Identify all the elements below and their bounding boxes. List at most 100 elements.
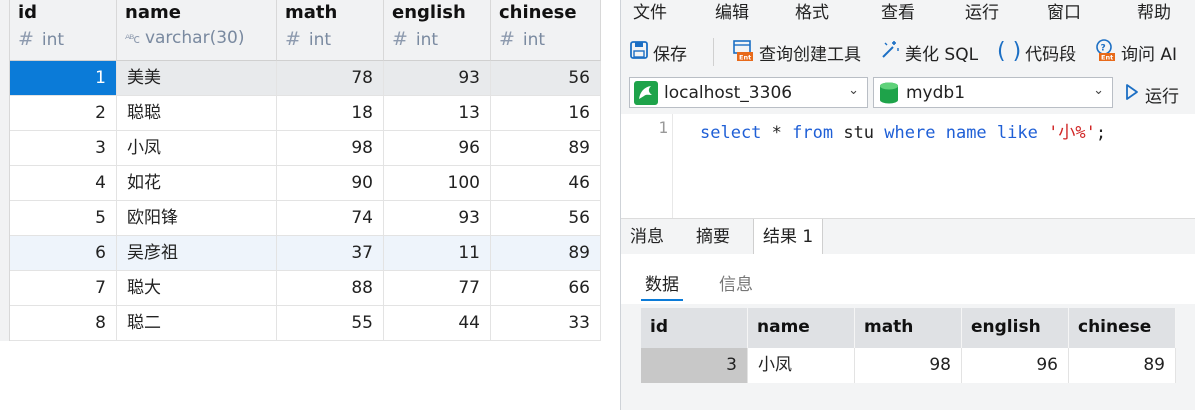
cell-name[interactable]: 小凤 <box>117 131 277 165</box>
cell-chinese[interactable]: 46 <box>491 166 601 200</box>
cell-math[interactable]: 88 <box>277 271 384 305</box>
column-name: math <box>285 2 338 23</box>
sql-code-line[interactable]: select * from stu where name like '小%'; <box>700 118 1106 143</box>
cell-id[interactable]: 8 <box>10 306 117 340</box>
save-button[interactable]: 保存 <box>629 39 687 65</box>
table-row[interactable]: 1 美美 78 93 56 <box>10 61 601 96</box>
cell-math[interactable]: 18 <box>277 96 384 130</box>
column-header-id[interactable]: id # int <box>10 0 117 61</box>
menu-item-format[interactable]: 格式 <box>795 0 829 23</box>
menu-item-help[interactable]: 帮助 <box>1137 0 1171 23</box>
table-row[interactable]: 5 欧阳锋 74 93 56 <box>10 201 601 236</box>
connection-select[interactable]: localhost_3306 ⌄ <box>629 77 868 108</box>
cell-name[interactable]: 聪二 <box>117 306 277 340</box>
cell-math[interactable]: 90 <box>277 166 384 200</box>
result-header-english[interactable]: english <box>962 308 1069 348</box>
column-header-chinese[interactable]: chinese # int <box>491 0 601 61</box>
tab-messages[interactable]: 消息 <box>621 219 673 255</box>
code-snippet-label: 代码段 <box>1025 44 1077 65</box>
result-header-math[interactable]: math <box>855 308 962 348</box>
cell-name[interactable]: 欧阳锋 <box>117 201 277 235</box>
menu-item-window[interactable]: 窗口 <box>1047 0 1081 23</box>
cell-chinese[interactable]: 33 <box>491 306 601 340</box>
table-row[interactable]: 6 吴彦祖 37 11 89 <box>10 236 601 271</box>
cell-id[interactable]: 1 <box>10 61 117 95</box>
cell-english[interactable]: 96 <box>384 131 491 165</box>
cell-english[interactable]: 93 <box>384 61 491 95</box>
ai-assistant-icon: ? Ent <box>1093 38 1117 67</box>
result-header-name[interactable]: name <box>748 308 855 348</box>
cell-name[interactable]: 吴彦祖 <box>117 236 277 270</box>
table-row[interactable]: 8 聪二 55 44 33 <box>10 306 601 341</box>
tab-summary[interactable]: 摘要 <box>687 219 739 255</box>
column-header-english[interactable]: english # int <box>384 0 491 61</box>
cell-chinese[interactable]: 89 <box>491 236 601 270</box>
subtab-data[interactable]: 数据 <box>641 270 683 301</box>
subtab-info[interactable]: 信息 <box>719 270 753 295</box>
cell-math[interactable]: 37 <box>277 236 384 270</box>
query-builder-icon: Ent <box>731 38 755 67</box>
cell-english[interactable]: 44 <box>384 306 491 340</box>
result-cell-english[interactable]: 96 <box>962 348 1069 383</box>
table-row[interactable]: 7 聪大 88 77 66 <box>10 271 601 306</box>
cell-math[interactable]: 78 <box>277 61 384 95</box>
result-header-chinese[interactable]: chinese <box>1069 308 1176 348</box>
beautify-sql-button[interactable]: 美化 SQL <box>879 39 978 65</box>
hash-icon: # <box>18 28 34 50</box>
cell-name[interactable]: 聪聪 <box>117 96 277 130</box>
cell-name[interactable]: 如花 <box>117 166 277 200</box>
cell-id[interactable]: 4 <box>10 166 117 200</box>
column-type: ᴬᴮc varchar(30) <box>125 28 245 48</box>
cell-id[interactable]: 3 <box>10 131 117 165</box>
cell-chinese[interactable]: 16 <box>491 96 601 130</box>
cell-id[interactable]: 6 <box>10 236 117 270</box>
cell-math[interactable]: 74 <box>277 201 384 235</box>
sql-editor[interactable]: 1 select * from stu where name like '小%'… <box>621 114 1195 218</box>
result-cell-id[interactable]: 3 <box>641 348 748 383</box>
cell-english[interactable]: 13 <box>384 96 491 130</box>
result-cell-name[interactable]: 小凤 <box>748 348 855 383</box>
query-builder-button[interactable]: Ent 查询创建工具 <box>731 39 861 65</box>
cell-name[interactable]: 美美 <box>117 61 277 95</box>
tab-result-1[interactable]: 结果 1 <box>753 219 824 255</box>
sql-text: stu <box>833 123 885 143</box>
sql-identifier: name <box>945 123 987 143</box>
column-header-name[interactable]: name ᴬᴮc varchar(30) <box>117 0 277 61</box>
database-select[interactable]: mydb1 ⌄ <box>873 77 1113 108</box>
ask-ai-button[interactable]: ? Ent 询问 AI <box>1093 38 1177 67</box>
cell-math[interactable]: 98 <box>277 131 384 165</box>
code-snippet-button[interactable]: ( ) 代码段 <box>997 39 1076 65</box>
cell-chinese[interactable]: 66 <box>491 271 601 305</box>
table-row[interactable]: 3 小凤 98 96 89 <box>10 131 601 166</box>
cell-id[interactable]: 2 <box>10 96 117 130</box>
cell-english[interactable]: 77 <box>384 271 491 305</box>
cell-name[interactable]: 聪大 <box>117 271 277 305</box>
cell-id[interactable]: 7 <box>10 271 117 305</box>
cell-chinese[interactable]: 56 <box>491 201 601 235</box>
table-row[interactable]: 2 聪聪 18 13 16 <box>10 96 601 131</box>
column-name: id <box>18 2 38 23</box>
sql-string: '小%' <box>1048 123 1096 143</box>
result-cell-chinese[interactable]: 89 <box>1069 348 1176 383</box>
cell-math[interactable]: 55 <box>277 306 384 340</box>
cell-id[interactable]: 5 <box>10 201 117 235</box>
table-row[interactable]: 4 如花 90 100 46 <box>10 166 601 201</box>
menu-item-view[interactable]: 查看 <box>881 0 915 23</box>
cell-english[interactable]: 93 <box>384 201 491 235</box>
cell-english[interactable]: 100 <box>384 166 491 200</box>
result-header-id[interactable]: id <box>641 308 748 348</box>
run-button[interactable]: 运行 <box>1125 82 1179 107</box>
cell-chinese[interactable]: 56 <box>491 61 601 95</box>
result-cell-math[interactable]: 98 <box>855 348 962 383</box>
menu-item-run[interactable]: 运行 <box>965 0 999 23</box>
cell-chinese[interactable]: 89 <box>491 131 601 165</box>
query-builder-label: 查询创建工具 <box>759 44 861 65</box>
cell-english[interactable]: 11 <box>384 236 491 270</box>
connection-name: localhost_3306 <box>664 82 793 103</box>
menu-item-file[interactable]: 文件 <box>633 0 667 23</box>
column-type: # int <box>392 28 439 50</box>
menu-item-edit[interactable]: 编辑 <box>715 0 749 23</box>
column-header-math[interactable]: math # int <box>277 0 384 61</box>
